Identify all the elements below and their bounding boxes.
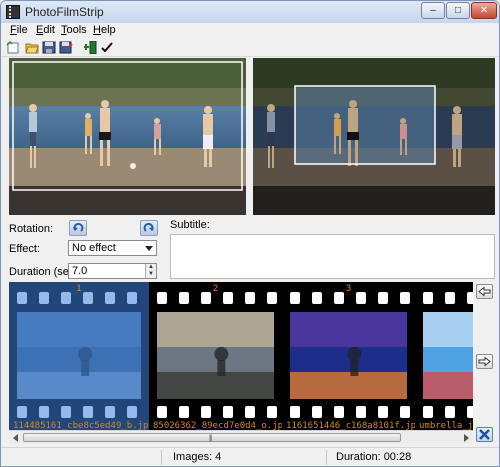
sprocket-hole xyxy=(445,406,455,418)
frame-number: 2 xyxy=(213,283,218,293)
minimize-button[interactable]: – xyxy=(421,2,445,19)
frame-filename: umbrella_jpg15au26 xyxy=(419,421,473,430)
sprocket-hole xyxy=(467,292,473,304)
toolbar xyxy=(1,39,499,57)
sprocket-hole xyxy=(157,292,167,304)
frame-filename: 114485161_cbe8c5ed49_b.jpg xyxy=(13,421,154,430)
maximize-button[interactable]: □ xyxy=(446,2,470,19)
sprocket-hole xyxy=(400,406,410,418)
save-project-icon[interactable] xyxy=(42,41,56,54)
sprocket-hole xyxy=(267,406,277,418)
rotate-right-button[interactable] xyxy=(140,220,158,236)
sprocket-hole xyxy=(290,406,300,418)
filmstrip-app-icon xyxy=(6,5,20,19)
sprocket-hole xyxy=(400,292,410,304)
sprocket-hole xyxy=(312,406,322,418)
filmstrip-canvas: 1 114485161_cbe8c5ed49_b.jpg 2 85026362_89e… xyxy=(9,282,473,430)
effect-label: Effect: xyxy=(9,243,40,255)
arrow-right-icon xyxy=(478,356,491,367)
menu-edit[interactable]: Edit xyxy=(36,24,55,36)
sprocket-hole xyxy=(245,292,255,304)
sprocket-hole xyxy=(201,406,211,418)
subtitle-label: Subtitle: xyxy=(170,219,210,231)
filmstrip[interactable]: 1 114485161_cbe8c5ed49_b.jpg 2 85026362_89e… xyxy=(9,282,473,430)
window-title: PhotoFilmStrip xyxy=(25,5,104,19)
sprocket-hole xyxy=(423,292,433,304)
subtitle-textarea[interactable] xyxy=(170,234,495,279)
sprocket-hole xyxy=(445,292,455,304)
rotate-right-icon xyxy=(143,222,154,232)
sprocket-hole xyxy=(334,292,344,304)
save-as-icon[interactable] xyxy=(59,41,73,54)
filmstrip-frame[interactable]: umbrella_jpg15au26 xyxy=(415,282,473,430)
sprocket-hole xyxy=(378,406,388,418)
sprocket-hole xyxy=(467,406,473,418)
rotation-label: Rotation: xyxy=(9,223,54,235)
import-images-icon[interactable] xyxy=(84,41,98,54)
filmstrip-frame[interactable]: 3 1161651446_c168a8101f.jpg xyxy=(282,282,421,430)
frame-filename: 1161651446_c168a8101f.jpg xyxy=(286,421,421,430)
frame-filename: 85026362_89ecd7e0d4_o.jpg xyxy=(153,421,288,430)
sprocket-hole xyxy=(356,292,366,304)
frame-number: 3 xyxy=(346,283,351,293)
sprocket-hole xyxy=(378,292,388,304)
filmstrip-frame[interactable]: 2 85026362_89ecd7e0d4_o.jpg xyxy=(149,282,288,430)
scroll-right-arrow-icon[interactable] xyxy=(464,434,469,442)
sprocket-hole xyxy=(290,292,300,304)
remove-x-icon xyxy=(479,429,490,440)
selection-overlay xyxy=(9,282,149,430)
rotate-left-icon xyxy=(73,222,84,232)
sprocket-hole xyxy=(356,406,366,418)
move-right-button[interactable] xyxy=(476,354,493,369)
app-window: PhotoFilmStrip – □ ✕ File Edit Tools Hel… xyxy=(0,0,500,467)
move-left-button[interactable] xyxy=(476,284,493,299)
effect-dropdown[interactable]: No effect xyxy=(68,240,157,256)
sprocket-hole xyxy=(179,292,189,304)
spin-up-button[interactable]: ▲ xyxy=(145,264,156,271)
menu-file[interactable]: File xyxy=(10,24,28,36)
open-project-icon[interactable] xyxy=(25,41,39,54)
sprocket-hole xyxy=(312,292,322,304)
frame-number: 1 xyxy=(76,283,81,293)
remove-image-button[interactable] xyxy=(476,427,493,442)
sprocket-hole xyxy=(334,406,344,418)
effect-value: No effect xyxy=(72,242,116,254)
sprocket-hole xyxy=(423,406,433,418)
duration-value: 7.0 xyxy=(72,265,88,277)
sprocket-hole xyxy=(201,292,211,304)
rotate-left-button[interactable] xyxy=(69,220,87,236)
spin-down-button[interactable]: ▼ xyxy=(145,271,156,278)
title-bar[interactable]: PhotoFilmStrip – □ ✕ xyxy=(1,1,499,23)
filmstrip-frame[interactable]: 1 114485161_cbe8c5ed49_b.jpg xyxy=(9,282,154,430)
crop-preview-panel[interactable] xyxy=(253,58,495,215)
scrollbar-thumb[interactable]: ||| xyxy=(23,433,401,442)
menu-bar: File Edit Tools Help xyxy=(1,23,499,39)
duration-spinner[interactable]: 7.0 ▲ ▼ xyxy=(68,263,157,279)
sprocket-hole xyxy=(245,406,255,418)
filmstrip-scrollbar[interactable]: ||| xyxy=(9,430,473,444)
new-project-icon[interactable] xyxy=(6,41,20,54)
sprocket-hole xyxy=(223,406,233,418)
scroll-left-arrow-icon[interactable] xyxy=(13,434,18,442)
image-preview-panel[interactable] xyxy=(9,58,246,215)
total-duration: Duration: 00:28 xyxy=(336,451,412,463)
sprocket-hole xyxy=(267,292,277,304)
chevron-down-icon xyxy=(145,246,153,251)
menu-help[interactable]: Help xyxy=(93,24,116,36)
image-count: Images: 4 xyxy=(173,451,222,463)
close-button[interactable]: ✕ xyxy=(471,2,497,19)
sprocket-hole xyxy=(223,292,233,304)
menu-tools[interactable]: Tools xyxy=(61,24,87,36)
sprocket-hole xyxy=(157,406,167,418)
status-bar: Images: 4 Duration: 00:28 xyxy=(1,447,499,466)
sprocket-hole xyxy=(179,406,189,418)
arrow-left-icon xyxy=(478,286,491,297)
render-checkmark-icon[interactable] xyxy=(100,41,114,54)
